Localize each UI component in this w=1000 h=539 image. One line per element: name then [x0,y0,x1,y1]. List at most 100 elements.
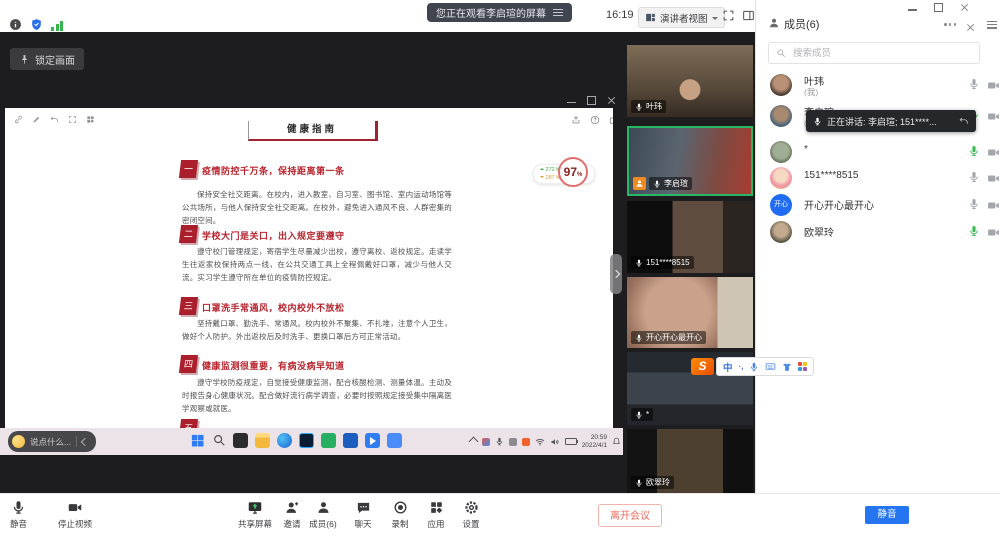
video-tile[interactable]: 叶玮 [627,45,753,117]
panel-mute-button[interactable]: 静音 [865,506,909,524]
edit-icon[interactable] [32,115,41,124]
tray-orange-icon[interactable] [522,438,530,446]
doc-restore-icon[interactable] [587,96,596,105]
emoji-icon[interactable] [12,435,25,448]
camera-icon[interactable] [987,79,1000,92]
doc-toolbar-right [571,115,613,125]
blue-chat-app-icon[interactable] [387,433,402,448]
search-input[interactable] [791,47,965,60]
tray-mic-icon[interactable] [495,437,504,446]
signal-bars-icon[interactable] [50,17,64,31]
mic-icon[interactable] [968,171,980,183]
camera-icon[interactable] [987,199,1000,212]
file-explorer-icon[interactable] [255,433,270,448]
battery-icon[interactable] [565,438,577,445]
leave-meeting-button[interactable]: 离开会议 [598,504,662,527]
layout-sidebar-icon[interactable] [742,9,755,22]
settings-button[interactable]: 设置 [453,500,489,530]
doc-window-controls [567,96,616,105]
section-number: 三 [179,297,198,315]
member-row[interactable]: 欧翠玲 [756,219,1000,245]
ime-punct-toggle[interactable]: ·, [739,362,744,371]
chat-button[interactable]: 聊天 [345,500,381,530]
voice-input-icon[interactable] [749,362,759,372]
video-tile[interactable]: 欧翠玲 [627,429,753,493]
attach-icon[interactable] [14,115,23,124]
doc-minimize-icon[interactable] [567,102,576,104]
skin-icon[interactable] [782,362,792,372]
taskbar-clock[interactable]: 20:592022/4/1 [582,434,607,450]
video-tile-active-speaker[interactable]: 李启瑄 [627,126,753,196]
apps-grid-icon[interactable] [86,115,95,124]
reply-arrow-icon[interactable] [959,116,969,126]
camera-icon[interactable] [987,172,1000,185]
tray-ime-icon[interactable] [509,438,517,446]
windows-start-icon[interactable] [190,433,205,448]
mute-button[interactable]: 静音 [10,500,27,530]
expand-icon[interactable] [68,115,77,124]
speaker-icon[interactable] [550,437,560,447]
member-row[interactable]: 叶玮 (我) [756,72,1000,106]
members-button[interactable]: 成员(6) [302,500,344,530]
word-icon[interactable] [343,433,358,448]
wifi-icon[interactable] [535,437,545,447]
ime-toolbox-icon[interactable] [798,362,807,371]
stop-video-button[interactable]: 停止视频 [58,500,92,530]
close-window-button[interactable] [960,3,969,12]
view-mode-button[interactable]: 演讲者视图 [638,7,725,28]
close-panel-icon[interactable] [966,23,975,32]
member-search-box[interactable] [768,42,980,64]
section-body: 坚持戴口罩、勤洗手、常通风。校内校外不聚集、不扎堆，注意个人卫生，做好个人防护。… [182,317,452,343]
watching-banner[interactable]: 您正在观看李启瑄的屏幕 [427,3,572,22]
shield-icon[interactable] [29,17,43,31]
collapse-icon[interactable] [81,437,89,445]
camera-icon[interactable] [987,146,1000,159]
camera-icon [67,500,83,515]
section-number: 二 [179,225,198,243]
help-icon[interactable] [590,115,600,125]
search-icon[interactable] [212,433,227,448]
member-row[interactable]: 151****8515 [756,165,1000,191]
sogou-logo-icon[interactable]: S [691,358,714,375]
video-tile[interactable]: 开心开心最开心 [627,277,753,348]
camera-icon[interactable] [987,226,1000,239]
mic-icon[interactable] [968,78,980,90]
mic-icon[interactable] [968,198,980,210]
panel-menu-icon[interactable] [987,19,997,30]
media-player-icon[interactable] [365,433,380,448]
share-screen-button[interactable]: 共享屏幕 [234,500,276,530]
record-button[interactable]: 录制 [382,500,418,530]
member-row[interactable]: 开心 开心开心最开心 [756,192,1000,218]
share-icon[interactable] [571,115,581,125]
doc-close-icon[interactable] [607,96,616,105]
fullscreen-icon[interactable] [722,9,735,22]
ime-mode-toggle[interactable]: 中 [723,360,733,374]
tray-app-icon[interactable] [482,438,490,446]
more-options-icon[interactable] [944,23,956,26]
panel-collapse-handle[interactable] [610,254,622,294]
system-tray: 20:592022/4/1 [470,428,621,455]
mic-icon[interactable] [968,145,980,157]
pin-view-button[interactable]: 锁定画面 [10,48,84,70]
maximize-button[interactable] [934,3,943,12]
section-number: 一 [179,160,198,178]
members-panel: 成员(6) 叶玮 (我) 李启瑄 (主持人) * [755,0,1000,539]
apps-button[interactable]: 应用 [418,500,454,530]
keyboard-icon[interactable] [765,361,776,372]
photoshop-icon[interactable] [299,433,314,448]
member-row[interactable]: * [756,139,1000,165]
notification-bell-icon[interactable] [612,437,621,446]
green-app-icon[interactable] [321,433,336,448]
minimize-button[interactable] [908,9,917,11]
undo-icon[interactable] [50,115,59,124]
dark-app-icon[interactable] [233,433,248,448]
video-tile[interactable]: 151****8515 [627,201,753,273]
popout-icon[interactable] [609,115,613,125]
mic-icon[interactable] [968,225,980,237]
camera-icon[interactable] [987,110,1000,123]
edge-icon[interactable] [277,433,292,448]
tray-expand-icon[interactable] [468,437,478,447]
meeting-info-icon[interactable] [8,17,22,31]
banner-menu-icon[interactable] [553,7,563,18]
danmaku-input[interactable]: 说点什么... [8,431,96,452]
